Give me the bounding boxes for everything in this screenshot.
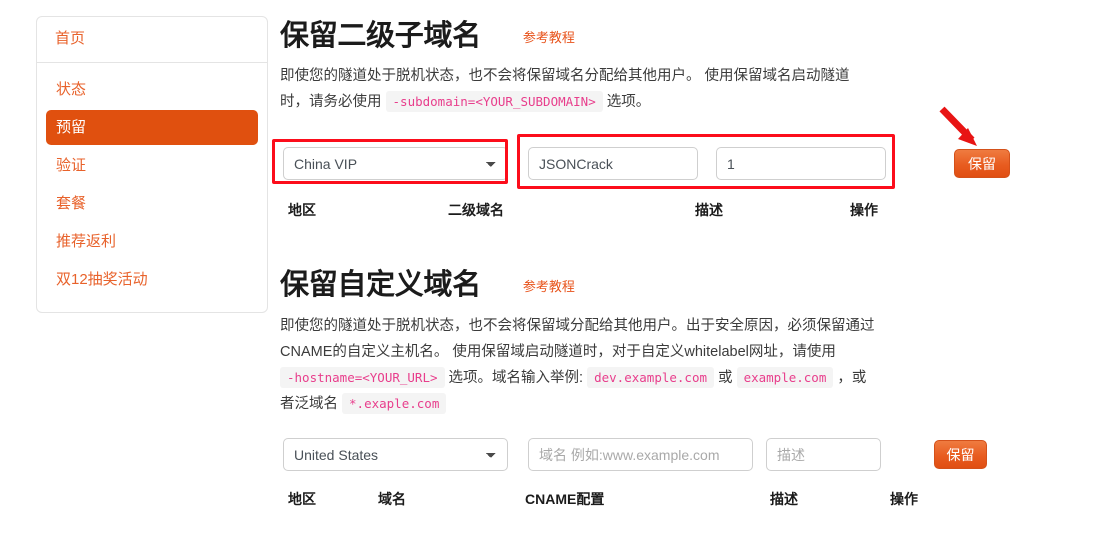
tutorial-link-subdomain[interactable]: 参考教程 — [523, 30, 575, 46]
column-header-region-subdomain: 地区 — [288, 202, 316, 218]
region-select-subdomain[interactable]: China VIP — [283, 147, 508, 180]
custom-domain-form-row: United States 保留 — [280, 438, 987, 471]
sidebar-item-referral[interactable]: 推荐返利 — [46, 224, 258, 259]
column-header-description-subdomain: 描述 — [695, 202, 723, 218]
description-input-subdomain[interactable] — [716, 147, 886, 180]
column-header-description-custom: 描述 — [770, 491, 798, 507]
custom-domain-section-header: 保留自定义域名 参考教程 — [280, 268, 1116, 302]
example-domain-code: example.com — [736, 367, 834, 388]
column-header-action-subdomain: 操作 — [850, 202, 878, 218]
subdomain-form-row: China VIP 保留 — [280, 147, 1010, 180]
column-header-domain-custom: 域名 — [378, 491, 406, 507]
sidebar-item-verify[interactable]: 验证 — [46, 148, 258, 183]
sidebar: 首页 状态 预留 验证 套餐 推荐返利 双12抽奖活动 — [36, 16, 268, 313]
sidebar-nav-list: 状态 预留 验证 套餐 推荐返利 双12抽奖活动 — [37, 63, 267, 312]
main-content: 保留二级子域名 参考教程 即使您的隧道处于脱机状态，也不会将保留域名分配给其他用… — [280, 0, 1116, 537]
sidebar-home-section: 首页 — [37, 17, 267, 63]
subdomain-description: 即使您的隧道处于脱机状态，也不会将保留域名分配给其他用户。 使用保留域名启动隧道… — [280, 63, 850, 115]
sidebar-item-reserved[interactable]: 预留 — [46, 110, 258, 145]
page-title-custom-domain: 保留自定义域名 — [280, 269, 481, 301]
column-header-action-custom: 操作 — [890, 491, 918, 507]
subdomain-table-header: 地区 二级域名 描述 操作 — [280, 200, 1116, 222]
sidebar-item-lottery[interactable]: 双12抽奖活动 — [46, 262, 258, 297]
sidebar-item-plans[interactable]: 套餐 — [46, 186, 258, 221]
subdomain-option-code: -subdomain=<YOUR_SUBDOMAIN> — [385, 91, 603, 112]
page-title-subdomain: 保留二级子域名 — [280, 20, 481, 52]
custom-domain-table-header: 地区 域名 CNAME配置 描述 操作 — [280, 489, 1116, 511]
domain-input[interactable] — [528, 438, 753, 471]
subdomain-description-text-2: 选项。 — [606, 94, 651, 110]
custom-domain-description-text-1: 即使您的隧道处于脱机状态，也不会将保留域分配给其他用户。出于安全原因，必须保留通… — [280, 318, 875, 360]
hostname-option-code: -hostname=<YOUR_URL> — [280, 367, 445, 388]
sidebar-item-status[interactable]: 状态 — [46, 72, 258, 107]
reserve-button-custom-domain[interactable]: 保留 — [934, 440, 987, 469]
tutorial-link-custom-domain[interactable]: 参考教程 — [523, 279, 575, 295]
custom-domain-description-text-3: 或 — [718, 370, 733, 386]
sidebar-item-home[interactable]: 首页 — [55, 30, 85, 48]
wildcard-domain-code: *.exaple.com — [342, 393, 447, 414]
column-header-subdomain: 二级域名 — [448, 202, 504, 218]
subdomain-section-header: 保留二级子域名 参考教程 — [280, 19, 1116, 53]
custom-domain-description-text-2: 选项。域名输入举例: — [448, 370, 584, 386]
column-header-region-custom: 地区 — [288, 491, 316, 507]
column-header-cname-custom: CNAME配置 — [525, 491, 605, 507]
description-input-custom-domain[interactable] — [766, 438, 881, 471]
region-select-custom-domain[interactable]: United States — [283, 438, 508, 471]
subdomain-input[interactable] — [528, 147, 698, 180]
reserve-button-subdomain[interactable]: 保留 — [954, 149, 1010, 178]
example-subdomain-code: dev.example.com — [587, 367, 714, 388]
custom-domain-description: 即使您的隧道处于脱机状态，也不会将保留域分配给其他用户。出于安全原因，必须保留通… — [280, 313, 880, 417]
